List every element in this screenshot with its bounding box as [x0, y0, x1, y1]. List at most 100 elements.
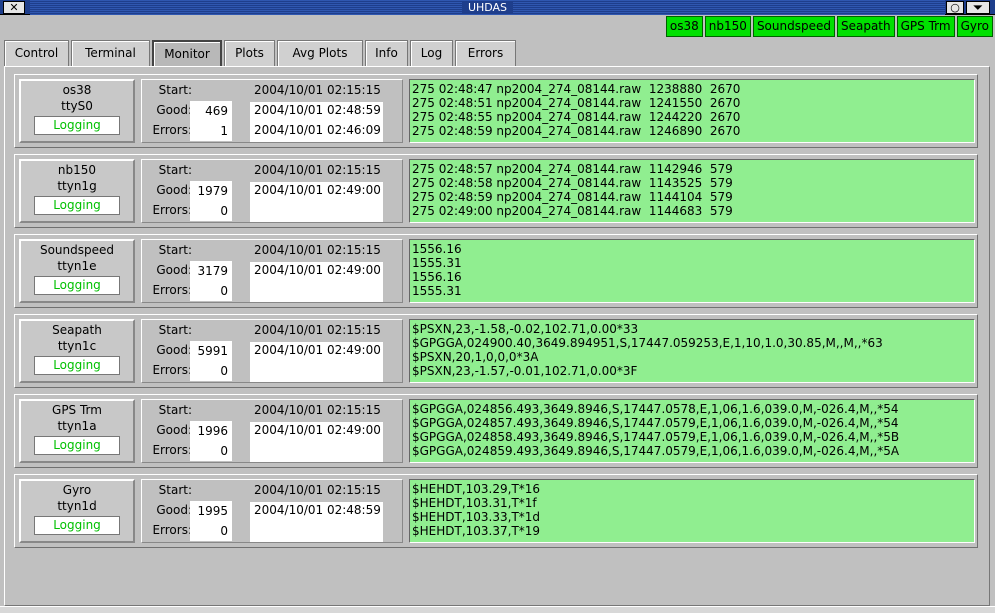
errors-label: Errors:: [152, 283, 192, 297]
raw-data-line: $HEHDT,103.37,T*19: [412, 524, 541, 538]
logging-status: Logging: [34, 516, 120, 535]
start-time: 2004/10/01 02:15:15: [254, 83, 381, 97]
instrument-port: ttyn1g: [57, 179, 97, 193]
instrument-button-gps-trm[interactable]: GPS Trm ttyn1a Logging: [19, 399, 135, 463]
raw-data-line: $PSXN,23,-1.58,-0.02,102.71,0.00*33: [412, 322, 639, 336]
tab-plots[interactable]: Plots: [224, 40, 275, 67]
instrument-name: Seapath: [52, 323, 102, 337]
raw-data-line: 275 02:48:58 np2004_274_08144.raw 114352…: [412, 176, 733, 190]
instrument-port: ttyn1c: [57, 339, 97, 353]
start-label: Start:: [158, 163, 192, 177]
counters-panel: Start: 2004/10/01 02:15:15 Good: 3179 2004/1…: [141, 239, 403, 303]
tab-log[interactable]: Log: [410, 40, 453, 67]
status-chip-os38: os38: [665, 16, 703, 37]
raw-data-line: 1556.16: [412, 270, 462, 284]
instrument-port: ttyn1a: [57, 419, 97, 433]
error-count: 0: [190, 361, 232, 381]
window-title-area[interactable]: UHDAS: [30, 0, 945, 15]
logging-status: Logging: [34, 116, 120, 135]
instrument-name: GPS Trm: [52, 403, 102, 417]
raw-data-line: 275 02:48:59 np2004_274_08144.raw 114410…: [412, 190, 733, 204]
error-count: 0: [190, 201, 232, 221]
raw-data-line: 275 02:48:55 np2004_274_08144.raw 124422…: [412, 110, 741, 124]
instrument-button-seapath[interactable]: Seapath ttyn1c Logging: [19, 319, 135, 383]
raw-data-line: $GPGGA,024857.493,3649.8946,S,17447.0579…: [412, 416, 899, 430]
instrument-row-os38: os38 ttyS0 Logging Start: 2004/10/01 02:15:1…: [14, 74, 978, 148]
instrument-button-os38[interactable]: os38 ttyS0 Logging: [19, 79, 135, 143]
logging-status: Logging: [34, 356, 120, 375]
raw-data-line: $HEHDT,103.29,T*16: [412, 482, 541, 496]
error-count: 0: [190, 441, 232, 461]
good-count: 1979: [190, 181, 232, 201]
status-chip-gps-trm: GPS Trm: [896, 16, 955, 37]
tab-bar: Control Terminal Monitor Plots Avg Plots…: [4, 40, 516, 67]
title-bar: ✕ UHDAS ○ ⏷: [0, 0, 995, 15]
error-count: 0: [190, 521, 232, 541]
instrument-row-soundspeed: Soundspeed ttyn1e Logging Start: 2004/10/01 …: [14, 234, 978, 308]
status-chip-gyro: Gyro: [956, 16, 993, 37]
tab-terminal[interactable]: Terminal: [71, 40, 150, 67]
good-label: Good:: [156, 183, 192, 197]
raw-data-display[interactable]: $PSXN,23,-1.58,-0.02,102.71,0.00*33 $GPGG…: [409, 319, 975, 383]
error-time: 2004/10/01 02:46:09: [254, 123, 381, 137]
instrument-row-gps-trm: GPS Trm ttyn1a Logging Start: 2004/10/01 02:…: [14, 394, 978, 468]
good-time: 2004/10/01 02:48:59: [254, 103, 381, 117]
counters-panel: Start: 2004/10/01 02:15:15 Good: 1995 2004/1…: [141, 479, 403, 543]
start-label: Start:: [158, 83, 192, 97]
logging-status: Logging: [34, 196, 120, 215]
tab-errors[interactable]: Errors: [455, 40, 516, 67]
instrument-name: os38: [62, 83, 92, 97]
raw-data-line: 275 02:48:57 np2004_274_08144.raw 114294…: [412, 162, 733, 176]
good-time: 2004/10/01 02:49:00: [254, 263, 381, 277]
raw-data-line: $HEHDT,103.33,T*1d: [412, 510, 541, 524]
raw-data-display[interactable]: 275 02:48:57 np2004_274_08144.raw 114294…: [409, 159, 975, 223]
tab-control[interactable]: Control: [4, 40, 69, 67]
tab-monitor[interactable]: Monitor: [152, 40, 222, 67]
good-count: 469: [190, 101, 232, 121]
instrument-status-bar: os38 nb150 Soundspeed Seapath GPS Trm Gy…: [665, 16, 993, 37]
raw-data-display[interactable]: 1556.16 1555.31 1556.16 1555.31: [409, 239, 975, 303]
good-time: 2004/10/01 02:49:00: [254, 423, 381, 437]
start-label: Start:: [158, 323, 192, 337]
logging-status: Logging: [34, 436, 120, 455]
good-time: 2004/10/01 02:49:00: [254, 343, 381, 357]
instrument-row-gyro: Gyro ttyn1d Logging Start: 2004/10/01 02:15:…: [14, 474, 978, 548]
tab-info[interactable]: Info: [365, 40, 408, 67]
tab-avg-plots[interactable]: Avg Plots: [277, 40, 363, 67]
instrument-port: ttyn1e: [57, 259, 97, 273]
start-time: 2004/10/01 02:15:15: [254, 323, 381, 337]
start-time: 2004/10/01 02:15:15: [254, 163, 381, 177]
start-time: 2004/10/01 02:15:15: [254, 403, 381, 417]
instrument-button-gyro[interactable]: Gyro ttyn1d Logging: [19, 479, 135, 543]
counters-panel: Start: 2004/10/01 02:15:15 Good: 1996 2004/1…: [141, 399, 403, 463]
instrument-port: ttyn1d: [57, 499, 97, 513]
good-label: Good:: [156, 103, 192, 117]
instrument-button-nb150[interactable]: nb150 ttyn1g Logging: [19, 159, 135, 223]
instrument-button-soundspeed[interactable]: Soundspeed ttyn1e Logging: [19, 239, 135, 303]
raw-data-display[interactable]: $HEHDT,103.29,T*16 $HEHDT,103.31,T*1f $HEH…: [409, 479, 975, 543]
instrument-row-seapath: Seapath ttyn1c Logging Start: 2004/10/01 02:…: [14, 314, 978, 388]
raw-data-line: 275 02:48:51 np2004_274_08144.raw 124155…: [412, 96, 741, 110]
raw-data-line: $GPGGA,024859.493,3649.8946,S,17447.0579…: [412, 444, 900, 458]
status-chip-nb150: nb150: [704, 16, 751, 37]
raw-data-line: 275 02:48:47 np2004_274_08144.raw 123888…: [412, 82, 741, 96]
errors-label: Errors:: [152, 523, 192, 537]
bottom-edge: [0, 606, 995, 613]
raw-data-display[interactable]: $GPGGA,024856.493,3649.8946,S,17447.0578…: [409, 399, 975, 463]
errors-label: Errors:: [152, 443, 192, 457]
errors-label: Errors:: [152, 203, 192, 217]
good-label: Good:: [156, 503, 192, 517]
errors-label: Errors:: [152, 123, 192, 137]
minimize-icon[interactable]: ○: [946, 1, 964, 14]
window-menu-icon[interactable]: ⏷: [966, 1, 990, 14]
raw-data-line: 275 02:48:59 np2004_274_08144.raw 124689…: [412, 124, 741, 138]
start-time: 2004/10/01 02:15:15: [254, 483, 381, 497]
start-label: Start:: [158, 483, 192, 497]
status-chip-soundspeed: Soundspeed: [752, 16, 835, 37]
raw-data-display[interactable]: 275 02:48:47 np2004_274_08144.raw 123888…: [409, 79, 975, 143]
good-label: Good:: [156, 263, 192, 277]
raw-data-line: $HEHDT,103.31,T*1f: [412, 496, 537, 510]
close-icon[interactable]: ✕: [3, 1, 25, 14]
good-label: Good:: [156, 343, 192, 357]
instrument-name: nb150: [57, 163, 97, 177]
